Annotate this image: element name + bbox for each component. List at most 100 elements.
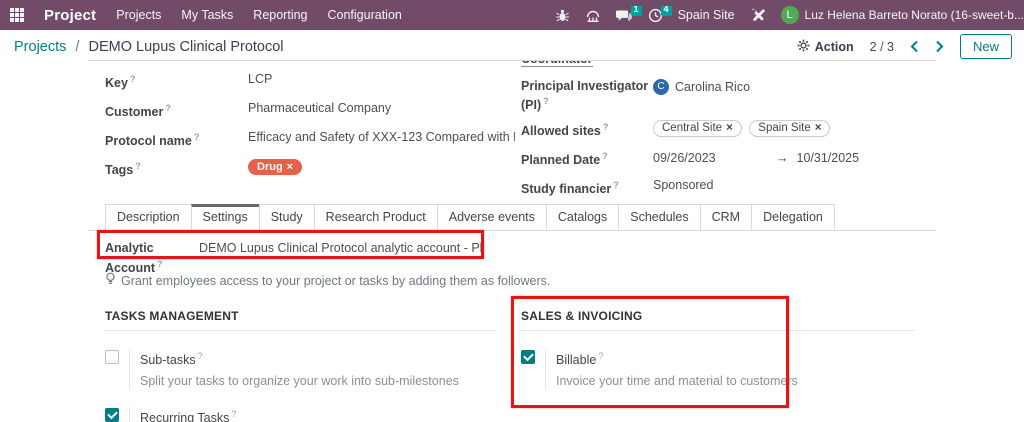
tab-delegation[interactable]: Delegation — [751, 204, 835, 231]
pager-counter: 2 / 3 — [869, 39, 894, 54]
field-principal-investigator: Principal Investigator (PI)? C Carolina … — [521, 79, 925, 113]
tools-icon[interactable] — [750, 8, 766, 23]
app-name[interactable]: Project — [44, 7, 96, 24]
breadcrumb-projects-link[interactable]: Projects — [14, 39, 66, 55]
field-tags: Tags? Drug × — [105, 158, 515, 178]
action-menu-button[interactable]: Action — [797, 39, 854, 55]
user-avatar: L — [780, 6, 799, 24]
field-analytic-account-label: Analytic Account? — [105, 241, 163, 276]
tag-remove-icon[interactable]: × — [815, 122, 822, 134]
apps-menu-icon[interactable] — [10, 8, 24, 22]
tag-remove-icon[interactable]: × — [726, 122, 733, 134]
navbar-systray: 1 4 Spain Site L Luz Helena Barreto Nora… — [555, 6, 1024, 24]
phone-icon[interactable] — [585, 8, 601, 23]
site-switcher[interactable]: Spain Site — [678, 8, 735, 22]
messages-icon[interactable]: 1 — [615, 6, 642, 23]
field-planned-date: Planned Date? 09/26/2023 → 10/31/2025 — [521, 148, 925, 168]
help-icon: ? — [135, 161, 141, 172]
field-study-financier: Study financier? Sponsored — [521, 177, 925, 197]
gear-icon — [797, 39, 810, 55]
setting-billable: Billable? Invoice your time and material… — [521, 349, 915, 390]
tag-drug[interactable]: Drug × — [248, 159, 303, 176]
section-sales-title: SALES & INVOICING — [521, 309, 915, 331]
field-key-value[interactable]: LCP — [248, 71, 272, 91]
control-panel-right: Action 2 / 3 New — [797, 34, 1012, 59]
setting-sub-tasks: Sub-tasks? Split your tasks to organize … — [105, 349, 495, 390]
setting-divider — [545, 349, 546, 390]
tag-remove-icon[interactable]: × — [287, 161, 293, 173]
pager-next-icon[interactable] — [935, 40, 944, 53]
menu-reporting[interactable]: Reporting — [253, 8, 307, 22]
site-tag-spain[interactable]: Spain Site × — [749, 120, 831, 138]
tab-study[interactable]: Study — [258, 204, 315, 231]
tab-research-product[interactable]: Research Product — [313, 204, 438, 231]
field-study-financier-value[interactable]: Sponsored — [653, 177, 713, 197]
field-study-financier-label: Study financier? — [521, 180, 619, 197]
help-icon: ? — [602, 151, 608, 162]
help-icon: ? — [193, 132, 200, 143]
field-planned-date-value: 09/26/2023 → 10/31/2025 — [653, 148, 859, 168]
menu-configuration[interactable]: Configuration — [328, 8, 402, 22]
bug-icon[interactable] — [555, 8, 570, 23]
help-icon: ? — [157, 259, 163, 269]
field-planned-date-label: Planned Date? — [521, 151, 608, 168]
help-icon: ? — [129, 74, 136, 84]
section-tasks-management: TASKS MANAGEMENT Sub-tasks? Split your t… — [105, 309, 495, 422]
help-icon: ? — [613, 180, 619, 191]
setting-divider — [129, 349, 130, 390]
setting-divider — [129, 407, 130, 422]
tab-description[interactable]: Description — [105, 204, 192, 231]
sub-tasks-label: Sub-tasks? — [140, 351, 203, 368]
setting-recurring-tasks: Recurring Tasks? Auto-generate tasks for… — [105, 407, 495, 422]
help-icon: ? — [197, 351, 203, 361]
menu-my-tasks[interactable]: My Tasks — [181, 8, 233, 22]
help-icon: ? — [165, 103, 171, 114]
field-allowed-sites: Allowed sites? Central Site × Spain Site × — [521, 119, 925, 139]
field-analytic-account: Analytic Account? DEMO Lupus Clinical Pr… — [105, 240, 482, 276]
pi-avatar: C — [653, 79, 669, 95]
pager-previous-icon[interactable] — [910, 40, 919, 53]
breadcrumb: Projects / DEMO Lupus Clinical Protocol — [14, 39, 284, 55]
followers-tip-text: Grant employees access to your project o… — [121, 273, 551, 288]
help-icon: ? — [543, 96, 549, 106]
tab-settings[interactable]: Settings — [190, 204, 260, 231]
help-icon: ? — [598, 351, 604, 361]
sub-tasks-checkbox[interactable] — [105, 350, 119, 364]
new-button[interactable]: New — [959, 34, 1012, 59]
field-analytic-account-value[interactable]: DEMO Lupus Clinical Protocol analytic ac… — [199, 240, 482, 276]
field-protocol-name: Protocol name? Efficacy and Safety of XX… — [105, 129, 515, 149]
field-tags-value: Drug × — [248, 158, 303, 178]
tab-adverse-events[interactable]: Adverse events — [436, 204, 547, 231]
sub-tasks-description: Split your tasks to organize your work i… — [140, 374, 459, 389]
pi-name[interactable]: Carolina Rico — [675, 79, 750, 95]
user-menu[interactable]: L Luz Helena Barreto Norato (16-sweet-b.… — [780, 6, 1024, 24]
section-sales-invoicing: SALES & INVOICING Billable? Invoice your… — [521, 309, 915, 407]
planned-date-end[interactable]: 10/31/2025 — [797, 150, 860, 166]
field-pi-value[interactable]: C Carolina Rico — [653, 79, 750, 113]
field-customer-value[interactable]: Pharmaceutical Company — [248, 100, 391, 120]
field-protocol-name-value[interactable]: Efficacy and Safety of XXX-123 Compared … — [248, 129, 515, 149]
clipped-coordinator-label: Coordinator — [521, 61, 925, 67]
lightbulb-icon — [105, 272, 116, 289]
menu-projects[interactable]: Projects — [116, 8, 161, 22]
billable-label: Billable? — [556, 351, 604, 368]
messages-badge: 1 — [630, 6, 642, 16]
breadcrumb-current: DEMO Lupus Clinical Protocol — [88, 38, 284, 55]
navbar-left: Project Projects My Tasks Reporting Conf… — [10, 7, 402, 24]
recurring-tasks-checkbox[interactable] — [105, 408, 119, 422]
tab-schedules[interactable]: Schedules — [618, 204, 701, 231]
user-name: Luz Helena Barreto Norato (16-sweet-b... — [804, 8, 1024, 22]
billable-checkbox[interactable] — [521, 350, 535, 364]
field-customer: Customer? Pharmaceutical Company — [105, 100, 515, 120]
notebook-tabs: Description Settings Study Research Prod… — [105, 204, 835, 231]
form-right-column: Coordinator Principal Investigator (PI)?… — [521, 61, 925, 207]
planned-date-start[interactable]: 09/26/2023 — [653, 150, 776, 166]
activities-clock-icon[interactable]: 4 — [648, 6, 672, 23]
field-key: Key? LCP — [105, 71, 515, 91]
tab-catalogs[interactable]: Catalogs — [545, 204, 620, 231]
tab-crm[interactable]: CRM — [699, 204, 753, 231]
date-range-arrow-icon: → — [776, 151, 789, 166]
site-tag-central[interactable]: Central Site × — [653, 120, 742, 138]
control-panel: Projects / DEMO Lupus Clinical Protocol … — [0, 30, 1024, 63]
form-left-column: Key? LCP Customer? Pharmaceutical Compan… — [105, 71, 515, 188]
